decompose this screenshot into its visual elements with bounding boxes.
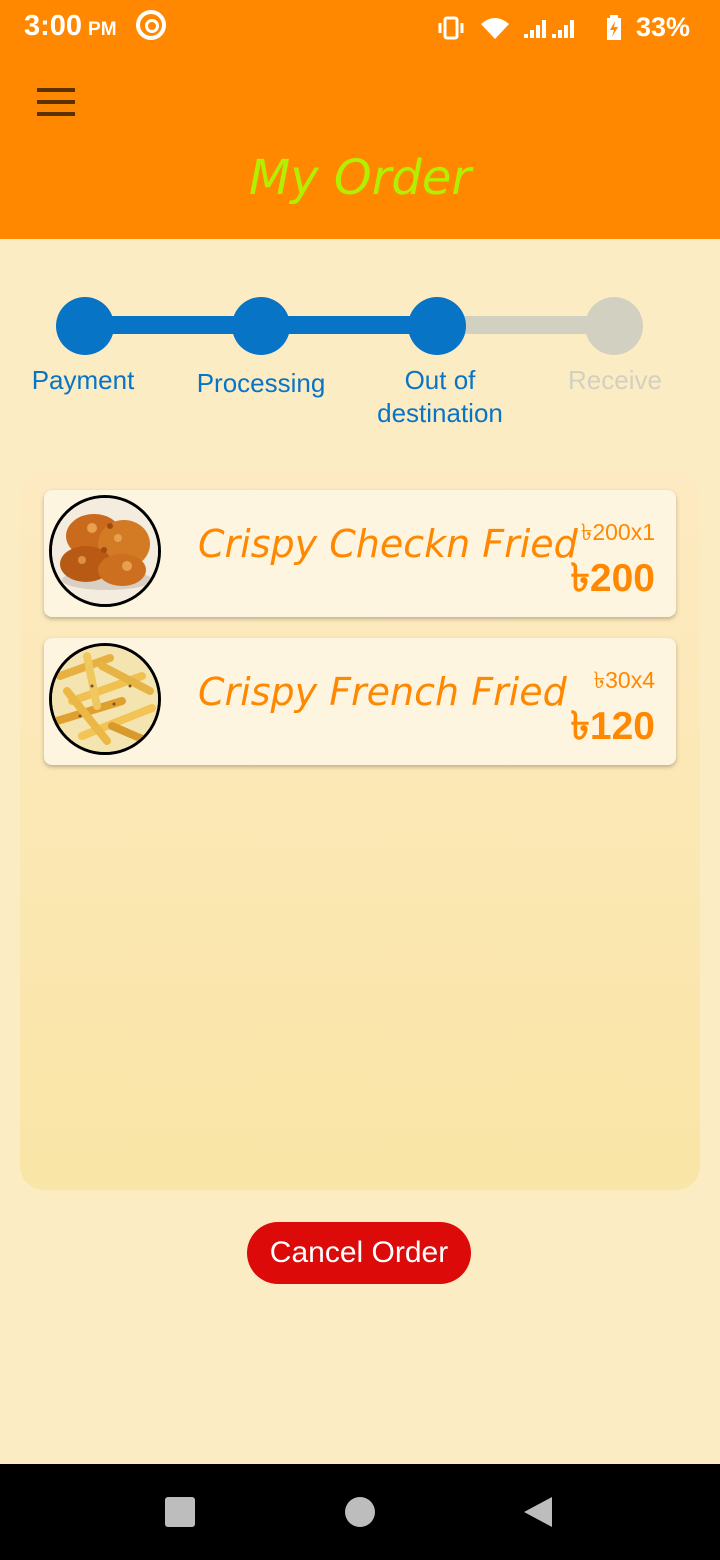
step-dot-payment (56, 297, 114, 355)
recents-icon[interactable] (165, 1497, 195, 1527)
item-name: Crispy French Fried (198, 670, 567, 714)
page-title: My Order (248, 150, 472, 206)
item-total-price: ৳120 (570, 705, 656, 748)
status-time: 3:00 PM (24, 10, 117, 42)
system-nav-bar (0, 1464, 720, 1560)
item-total-price: ৳200 (570, 557, 656, 600)
step-dot-out-of-destination (408, 297, 466, 355)
menu-icon[interactable] (37, 88, 75, 116)
app-bar: 3:00 PM 33% My Order (0, 0, 720, 239)
step-label-processing: Processing (196, 368, 326, 398)
french-fries-image (49, 643, 161, 755)
step-label-receive: Receive (568, 365, 662, 395)
status-bar: 3:00 PM 33% (0, 0, 720, 56)
vibrate-icon (438, 16, 464, 39)
at-sign-icon (136, 10, 166, 40)
order-progress-stepper: Payment Processing Out of destination Re… (0, 290, 720, 440)
back-icon[interactable] (520, 1495, 554, 1529)
step-dot-receive (585, 297, 643, 355)
step-dot-processing (232, 297, 290, 355)
cancel-order-button[interactable]: Cancel Order (247, 1222, 471, 1284)
battery-percent: 33% (635, 12, 690, 42)
step-label-payment: Payment (31, 365, 135, 395)
home-icon[interactable] (345, 1497, 375, 1527)
battery-icon (606, 14, 621, 40)
item-name: Crispy Checkn Fried (198, 522, 578, 566)
order-item[interactable]: Crispy Checkn Fried ৳200x1 ৳200 (44, 490, 676, 617)
status-icons: 33% (436, 12, 690, 43)
fried-chicken-image (49, 495, 161, 607)
order-items-panel: Crispy Checkn Fried ৳200x1 ৳200 Crispy F… (20, 470, 700, 1190)
order-item[interactable]: Crispy French Fried ৳30x4 ৳120 (44, 638, 676, 765)
wifi-icon (480, 17, 509, 39)
signal-icon (523, 19, 574, 38)
step-label-out-of-destination: Out of destination (377, 365, 503, 428)
